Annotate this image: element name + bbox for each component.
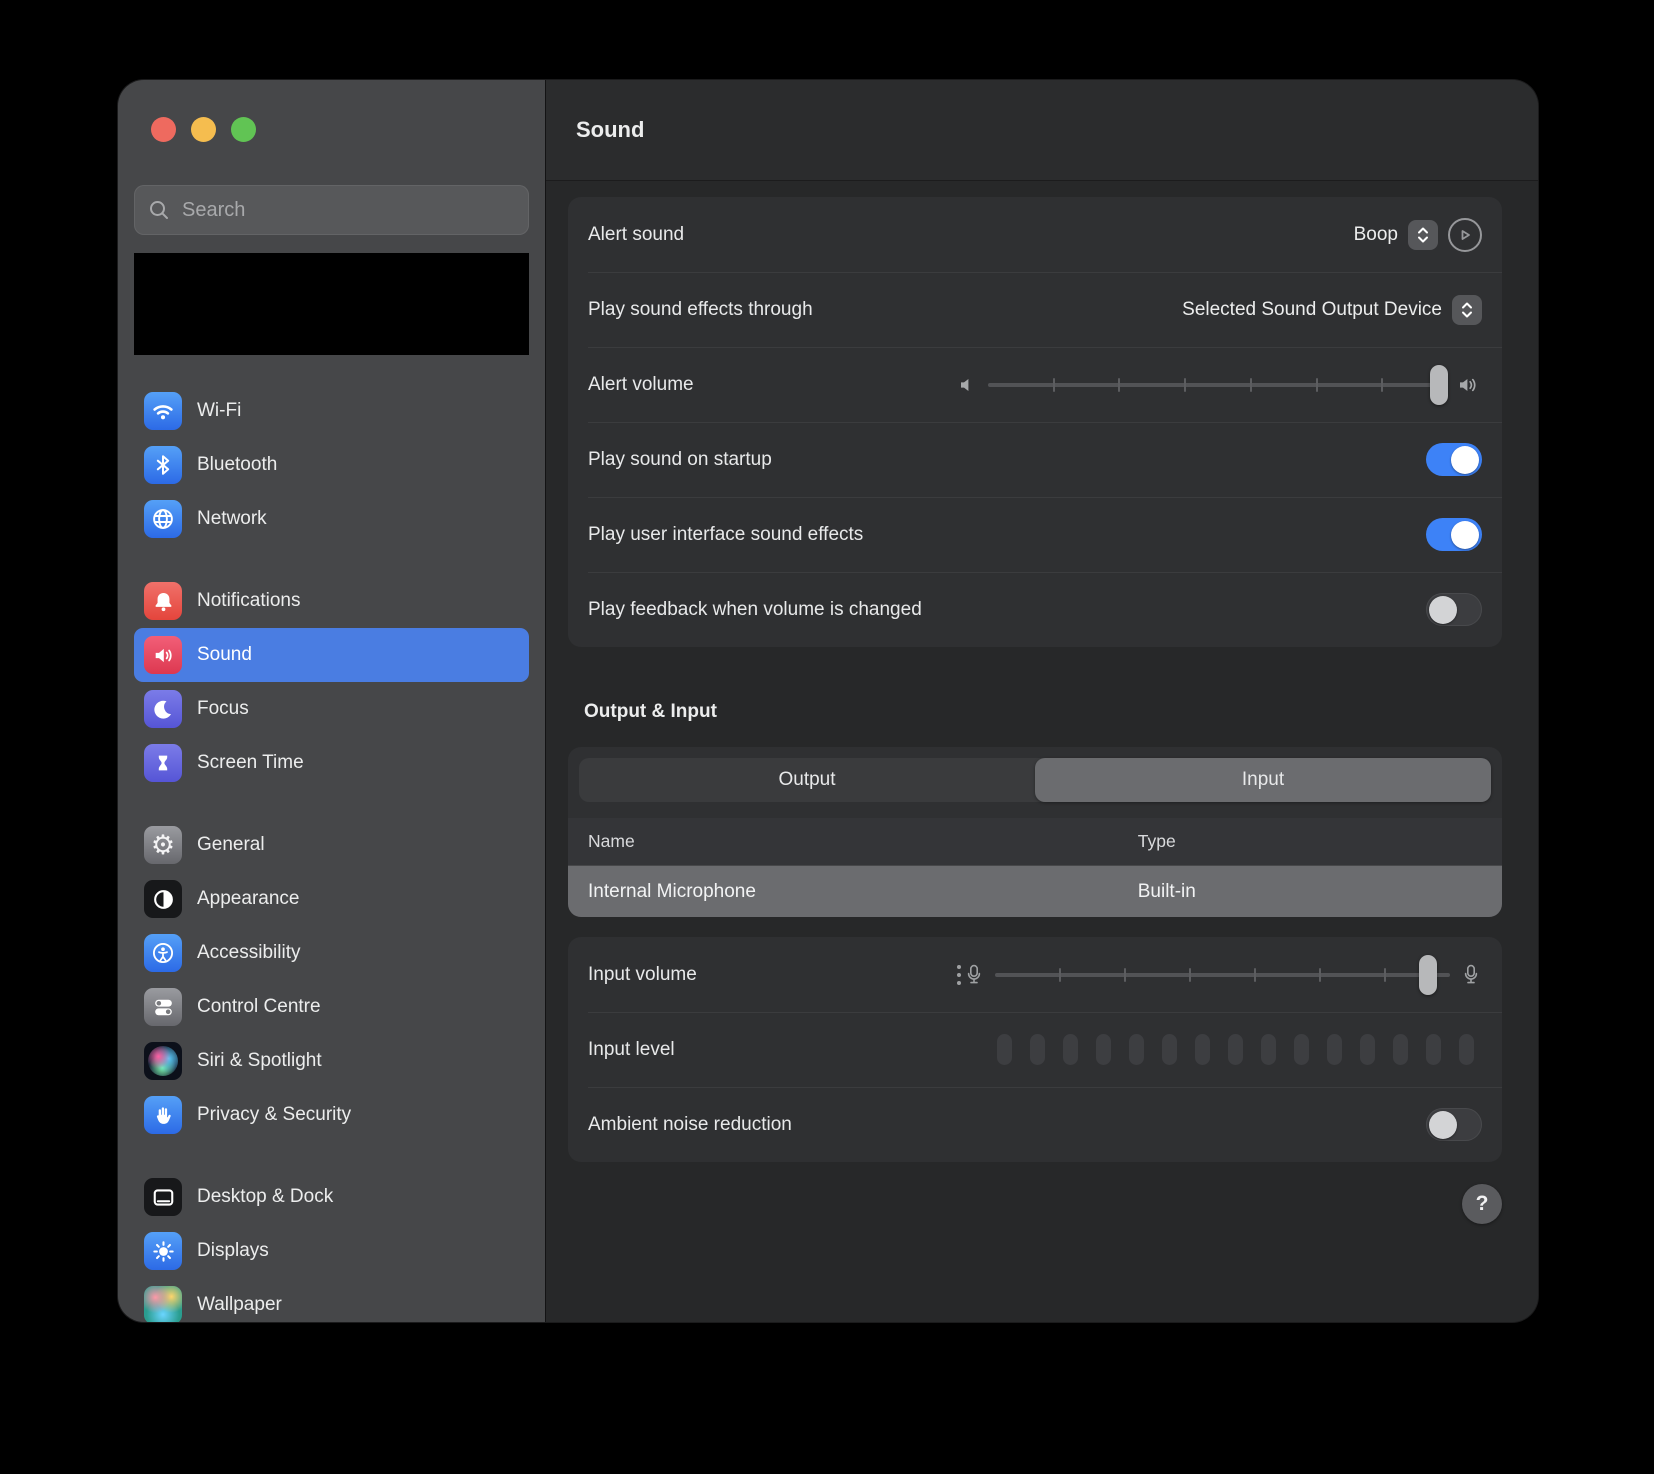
close-button[interactable] (151, 117, 176, 142)
sound-effects-card: Alert sound Boop Play sound effects thro… (568, 197, 1502, 647)
alert-sound-dropdown[interactable] (1408, 219, 1438, 250)
play-ui-sound-effects-row: Play user interface sound effects (568, 497, 1502, 572)
sidebar-group-alerts: Notifications Sound Focus Screen Time (134, 574, 529, 790)
search-input[interactable]: Search (134, 185, 529, 235)
bluetooth-icon (144, 446, 182, 484)
desktop-window-icon (144, 1178, 182, 1216)
zoom-button[interactable] (231, 117, 256, 142)
alert-volume-knob[interactable] (1430, 364, 1448, 405)
sidebar-item-siri-spotlight[interactable]: Siri & Spotlight (134, 1034, 529, 1088)
sidebar-group-desktop: Desktop & Dock Displays Wallpaper (134, 1170, 529, 1322)
input-volume-knob[interactable] (1418, 954, 1437, 995)
appearance-icon (144, 880, 182, 918)
play-effects-through-value: Selected Sound Output Device (1182, 298, 1442, 320)
gear-icon: ⚙ (144, 826, 182, 864)
play-feedback-volume-row: Play feedback when volume is changed (568, 572, 1502, 647)
alert-volume-slider[interactable] (988, 364, 1448, 405)
sidebar-item-control-centre[interactable]: Control Centre (134, 980, 529, 1034)
search-icon (148, 199, 170, 221)
hand-icon (144, 1096, 182, 1134)
ambient-noise-reduction-row: Ambient noise reduction (568, 1087, 1502, 1162)
speaker-high-icon (1458, 374, 1482, 396)
hourglass-icon (144, 744, 182, 782)
sidebar-item-wallpaper[interactable]: Wallpaper (134, 1278, 529, 1322)
sidebar-item-sound[interactable]: Sound (134, 628, 529, 682)
play-effects-through-row: Play sound effects through Selected Soun… (568, 272, 1502, 347)
bell-icon (144, 582, 182, 620)
tab-input[interactable]: Input (1035, 758, 1491, 802)
devices-table-header: Name Type (568, 818, 1502, 866)
alert-sound-row: Alert sound Boop (568, 197, 1502, 272)
play-sound-on-startup-row: Play sound on startup (568, 422, 1502, 497)
minimize-button[interactable] (191, 117, 216, 142)
sidebar-group-general: ⚙ General Appearance Accessibility Contr… (134, 818, 529, 1142)
ambient-noise-reduction-toggle[interactable] (1426, 1108, 1482, 1141)
wallpaper-icon (144, 1286, 182, 1322)
window-controls (118, 80, 545, 142)
play-ui-sound-effects-toggle[interactable] (1426, 518, 1482, 551)
main-content: Alert sound Boop Play sound effects thro… (546, 181, 1538, 1322)
table-row-internal-microphone[interactable]: Internal Microphone Built-in (568, 866, 1502, 917)
sidebar-item-wifi[interactable]: Wi-Fi (134, 384, 529, 438)
play-feedback-volume-toggle[interactable] (1426, 593, 1482, 626)
sidebar-item-screen-time[interactable]: Screen Time (134, 736, 529, 790)
input-settings-card: Input volume Input level Ambient noise r… (568, 937, 1502, 1162)
sidebar-item-displays[interactable]: Displays (134, 1224, 529, 1278)
input-volume-row: Input volume (568, 937, 1502, 1012)
sidebar-item-accessibility[interactable]: Accessibility (134, 926, 529, 980)
output-input-heading: Output & Input (584, 701, 717, 722)
play-sound-on-startup-toggle[interactable] (1426, 443, 1482, 476)
siri-icon (144, 1042, 182, 1080)
sidebar-item-notifications[interactable]: Notifications (134, 574, 529, 628)
speaker-low-icon (958, 375, 978, 395)
sidebar-item-privacy-security[interactable]: Privacy & Security (134, 1088, 529, 1142)
sidebar: Search Wi-Fi Bluetooth Network Notificat… (118, 80, 545, 1322)
wifi-icon (144, 392, 182, 430)
tab-output[interactable]: Output (579, 758, 1035, 802)
sidebar-item-network[interactable]: Network (134, 492, 529, 546)
search-placeholder: Search (182, 198, 246, 221)
speaker-icon (144, 636, 182, 674)
profile-redacted-block[interactable] (134, 253, 529, 355)
output-input-segmented-control: Output Input (579, 758, 1491, 802)
play-alert-sound-button[interactable] (1448, 217, 1482, 252)
sidebar-item-bluetooth[interactable]: Bluetooth (134, 438, 529, 492)
sidebar-item-focus[interactable]: Focus (134, 682, 529, 736)
devices-table: Name Type Internal Microphone Built-in (568, 818, 1502, 917)
page-title: Sound (576, 117, 645, 142)
sidebar-item-appearance[interactable]: Appearance (134, 872, 529, 926)
sidebar-item-general[interactable]: ⚙ General (134, 818, 529, 872)
system-settings-window: Search Wi-Fi Bluetooth Network Notificat… (118, 80, 1538, 1322)
main-header: Sound (546, 80, 1538, 181)
input-level-row: Input level (568, 1012, 1502, 1087)
input-level-meter (997, 1034, 1482, 1065)
accessibility-icon (144, 934, 182, 972)
alert-sound-value: Boop (1353, 223, 1398, 245)
moon-icon (144, 690, 182, 728)
play-effects-through-dropdown[interactable] (1452, 294, 1482, 325)
sidebar-group-network: Wi-Fi Bluetooth Network (134, 384, 529, 546)
main-panel: Sound Alert sound Boop Play sound effect… (545, 80, 1538, 1322)
alert-volume-row: Alert volume (568, 347, 1502, 422)
mic-high-icon (1460, 963, 1482, 987)
input-volume-slider[interactable] (995, 954, 1450, 995)
brightness-icon (144, 1232, 182, 1270)
output-input-card: Output Input Name Type Internal Micropho… (568, 747, 1502, 917)
toggles-icon (144, 988, 182, 1026)
sidebar-item-desktop-dock[interactable]: Desktop & Dock (134, 1170, 529, 1224)
help-button[interactable]: ? (1462, 1184, 1502, 1224)
mic-low-icon (957, 963, 985, 987)
globe-icon (144, 500, 182, 538)
